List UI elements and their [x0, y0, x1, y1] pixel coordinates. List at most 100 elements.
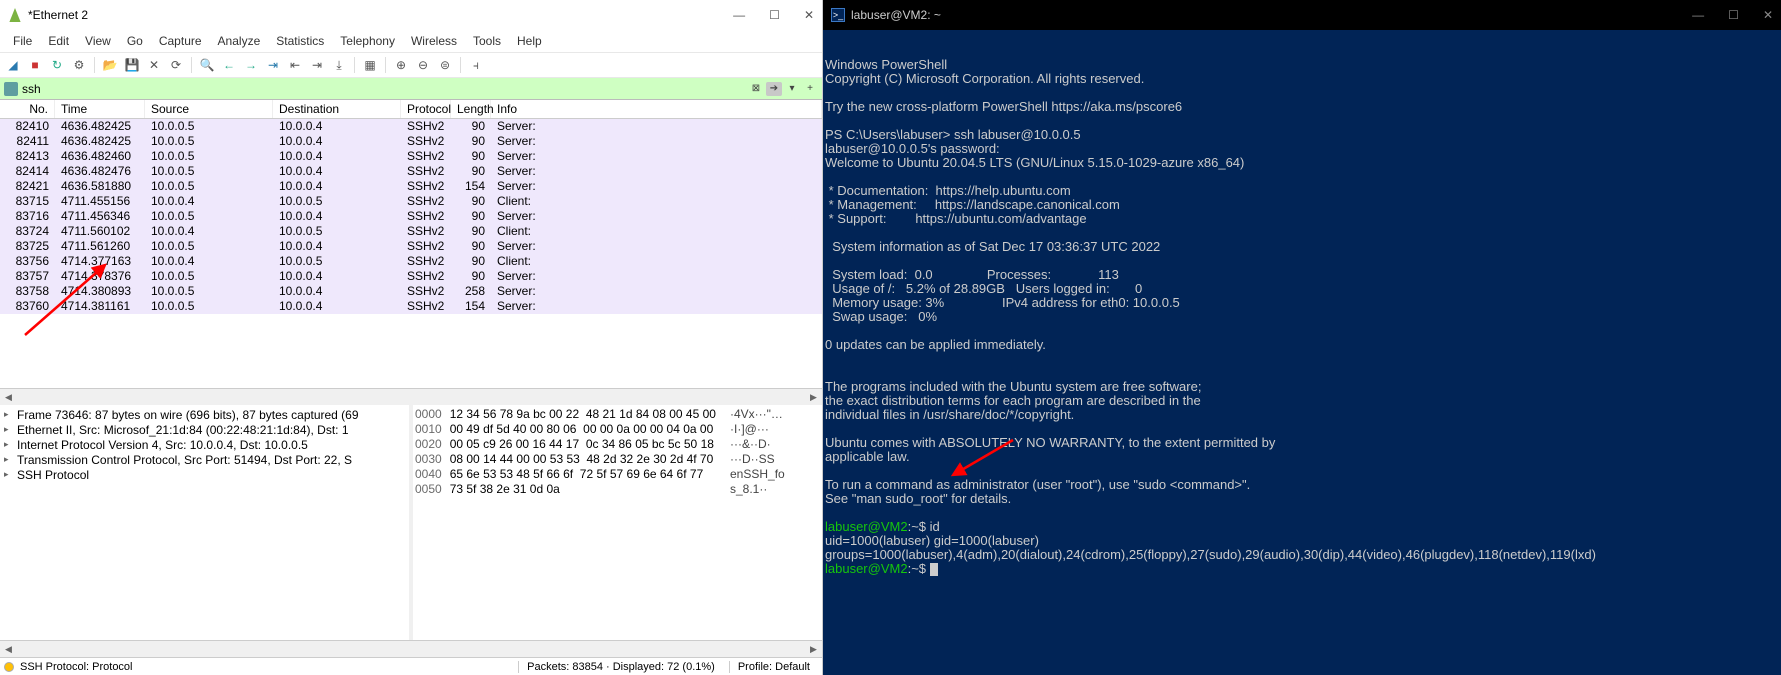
- detail-node[interactable]: ▸Ethernet II, Src: Microsof_21:1d:84 (00…: [4, 422, 405, 437]
- terminal-body[interactable]: Windows PowerShellCopyright (C) Microsof…: [823, 30, 1781, 675]
- col-length[interactable]: Length: [451, 100, 491, 118]
- zoom-in-icon[interactable]: ⊕: [392, 56, 410, 74]
- menu-edit[interactable]: Edit: [41, 32, 76, 50]
- packet-row[interactable]: 837564714.37716310.0.0.410.0.0.5SSHv290C…: [0, 254, 822, 269]
- term-maximize-button[interactable]: ☐: [1728, 8, 1739, 22]
- capture-options-icon[interactable]: ⚙: [70, 56, 88, 74]
- packet-list-scrollbar[interactable]: ◀▶: [0, 388, 822, 405]
- menu-analyze[interactable]: Analyze: [211, 32, 268, 50]
- detail-node[interactable]: ▸Internet Protocol Version 4, Src: 10.0.…: [4, 437, 405, 452]
- menu-statistics[interactable]: Statistics: [269, 32, 331, 50]
- packet-row[interactable]: 837154711.45515610.0.0.410.0.0.5SSHv290C…: [0, 194, 822, 209]
- expert-info-icon[interactable]: [4, 662, 14, 672]
- terminal-line: System information as of Sat Dec 17 03:3…: [825, 240, 1779, 254]
- close-button[interactable]: ✕: [804, 8, 814, 22]
- packet-row[interactable]: 824114636.48242510.0.0.510.0.0.4SSHv290S…: [0, 134, 822, 149]
- terminal-line: [825, 422, 1779, 436]
- col-source[interactable]: Source: [145, 100, 273, 118]
- filter-dropdown-icon[interactable]: ▾: [784, 82, 800, 96]
- detail-node[interactable]: ▸Frame 73646: 87 bytes on wire (696 bits…: [4, 407, 405, 422]
- open-file-icon[interactable]: 📂: [101, 56, 119, 74]
- packet-row[interactable]: 837164711.45634610.0.0.510.0.0.4SSHv290S…: [0, 209, 822, 224]
- packet-row[interactable]: 824104636.48242510.0.0.510.0.0.4SSHv290S…: [0, 119, 822, 134]
- expand-icon[interactable]: ▸: [4, 424, 12, 435]
- packet-bytes-hex[interactable]: 00000010002000300040005012 34 56 78 9a b…: [413, 405, 822, 640]
- powershell-window: >_ labuser@VM2: ~ — ☐ ✕ Windows PowerShe…: [823, 0, 1781, 675]
- menu-help[interactable]: Help: [510, 32, 549, 50]
- col-protocol[interactable]: Protocol: [401, 100, 451, 118]
- menu-go[interactable]: Go: [120, 32, 150, 50]
- save-file-icon[interactable]: 💾: [123, 56, 141, 74]
- packet-row[interactable]: 837244711.56010210.0.0.410.0.0.5SSHv290C…: [0, 224, 822, 239]
- terminal-line: Memory usage: 3% IPv4 address for eth0: …: [825, 296, 1779, 310]
- col-info[interactable]: Info: [491, 100, 822, 118]
- terminal-title: labuser@VM2: ~: [851, 8, 941, 22]
- auto-scroll-icon[interactable]: ⤓: [330, 56, 348, 74]
- menu-telephony[interactable]: Telephony: [333, 32, 402, 50]
- wireshark-titlebar: *Ethernet 2 — ☐ ✕: [0, 0, 822, 30]
- packet-row[interactable]: 824144636.48247610.0.0.510.0.0.4SSHv290S…: [0, 164, 822, 179]
- last-icon[interactable]: ⇥: [308, 56, 326, 74]
- terminal-line: * Support: https://ubuntu.com/advantage: [825, 212, 1779, 226]
- packet-row[interactable]: 837574714.37837610.0.0.510.0.0.4SSHv290S…: [0, 269, 822, 284]
- first-icon[interactable]: ⇤: [286, 56, 304, 74]
- display-filter-input[interactable]: [20, 81, 746, 97]
- minimize-button[interactable]: —: [733, 8, 745, 22]
- terminal-line: Copyright (C) Microsoft Corporation. All…: [825, 72, 1779, 86]
- expand-icon[interactable]: ▸: [4, 409, 12, 420]
- status-profile[interactable]: Profile: Default: [729, 661, 818, 673]
- terminal-line: labuser@10.0.0.5's password:: [825, 142, 1779, 156]
- term-close-button[interactable]: ✕: [1763, 8, 1773, 22]
- details-hex-pane: ▸Frame 73646: 87 bytes on wire (696 bits…: [0, 405, 822, 640]
- next-icon[interactable]: →: [242, 56, 260, 74]
- terminal-line: the exact distribution terms for each pr…: [825, 394, 1779, 408]
- resize-columns-icon[interactable]: ⫞: [467, 56, 485, 74]
- expand-icon[interactable]: ▸: [4, 469, 12, 480]
- menu-wireless[interactable]: Wireless: [404, 32, 464, 50]
- menu-capture[interactable]: Capture: [152, 32, 209, 50]
- menu-view[interactable]: View: [78, 32, 118, 50]
- packet-list-header: No.TimeSourceDestinationProtocolLengthIn…: [0, 100, 822, 119]
- start-capture-icon[interactable]: ◢: [4, 56, 22, 74]
- terminal-line: Windows PowerShell: [825, 58, 1779, 72]
- col-destination[interactable]: Destination: [273, 100, 401, 118]
- detail-node[interactable]: ▸Transmission Control Protocol, Src Port…: [4, 452, 405, 467]
- clear-filter-icon[interactable]: ⊠: [748, 82, 764, 96]
- packet-row[interactable]: 837254711.56126010.0.0.510.0.0.4SSHv290S…: [0, 239, 822, 254]
- close-file-icon[interactable]: ✕: [145, 56, 163, 74]
- maximize-button[interactable]: ☐: [769, 8, 780, 22]
- wireshark-toolbar: ◢ ■ ↻ ⚙ 📂 💾 ✕ ⟳ 🔍 ← → ⇥ ⇤ ⇥ ⤓ ▦ ⊕ ⊖ ⊜ ⫞: [0, 52, 822, 78]
- expand-icon[interactable]: ▸: [4, 454, 12, 465]
- prev-icon[interactable]: ←: [220, 56, 238, 74]
- col-no[interactable]: No.: [0, 100, 55, 118]
- details-scrollbar[interactable]: ◀▶: [0, 640, 822, 657]
- terminal-line: Usage of /: 5.2% of 28.89GB Users logged…: [825, 282, 1779, 296]
- packet-row[interactable]: 837584714.38089310.0.0.510.0.0.4SSHv2258…: [0, 284, 822, 299]
- colorize-icon[interactable]: ▦: [361, 56, 379, 74]
- zoom-reset-icon[interactable]: ⊜: [436, 56, 454, 74]
- menu-tools[interactable]: Tools: [466, 32, 508, 50]
- jump-icon[interactable]: ⇥: [264, 56, 282, 74]
- reload-icon[interactable]: ⟳: [167, 56, 185, 74]
- expand-icon[interactable]: ▸: [4, 439, 12, 450]
- col-time[interactable]: Time: [55, 100, 145, 118]
- packet-row[interactable]: 824134636.48246010.0.0.510.0.0.4SSHv290S…: [0, 149, 822, 164]
- detail-node[interactable]: ▸SSH Protocol: [4, 467, 405, 482]
- packet-row[interactable]: 824214636.58188010.0.0.510.0.0.4SSHv2154…: [0, 179, 822, 194]
- wireshark-statusbar: SSH Protocol: Protocol Packets: 83854 · …: [0, 657, 822, 675]
- zoom-out-icon[interactable]: ⊖: [414, 56, 432, 74]
- menu-file[interactable]: File: [6, 32, 39, 50]
- stop-capture-icon[interactable]: ■: [26, 56, 44, 74]
- terminal-line: System load: 0.0 Processes: 113: [825, 268, 1779, 282]
- add-filter-icon[interactable]: +: [802, 82, 818, 96]
- packet-row[interactable]: 837604714.38116110.0.0.510.0.0.4SSHv2154…: [0, 299, 822, 314]
- terminal-line: Swap usage: 0%: [825, 310, 1779, 324]
- find-icon[interactable]: 🔍: [198, 56, 216, 74]
- terminal-prompt: labuser@VM2:~$ id: [825, 520, 1779, 534]
- packet-details-tree[interactable]: ▸Frame 73646: 87 bytes on wire (696 bits…: [0, 405, 413, 640]
- restart-capture-icon[interactable]: ↻: [48, 56, 66, 74]
- term-minimize-button[interactable]: —: [1692, 8, 1704, 22]
- packet-list[interactable]: No.TimeSourceDestinationProtocolLengthIn…: [0, 100, 822, 388]
- bookmark-filter-icon[interactable]: [4, 82, 18, 96]
- apply-filter-icon[interactable]: ➔: [766, 82, 782, 96]
